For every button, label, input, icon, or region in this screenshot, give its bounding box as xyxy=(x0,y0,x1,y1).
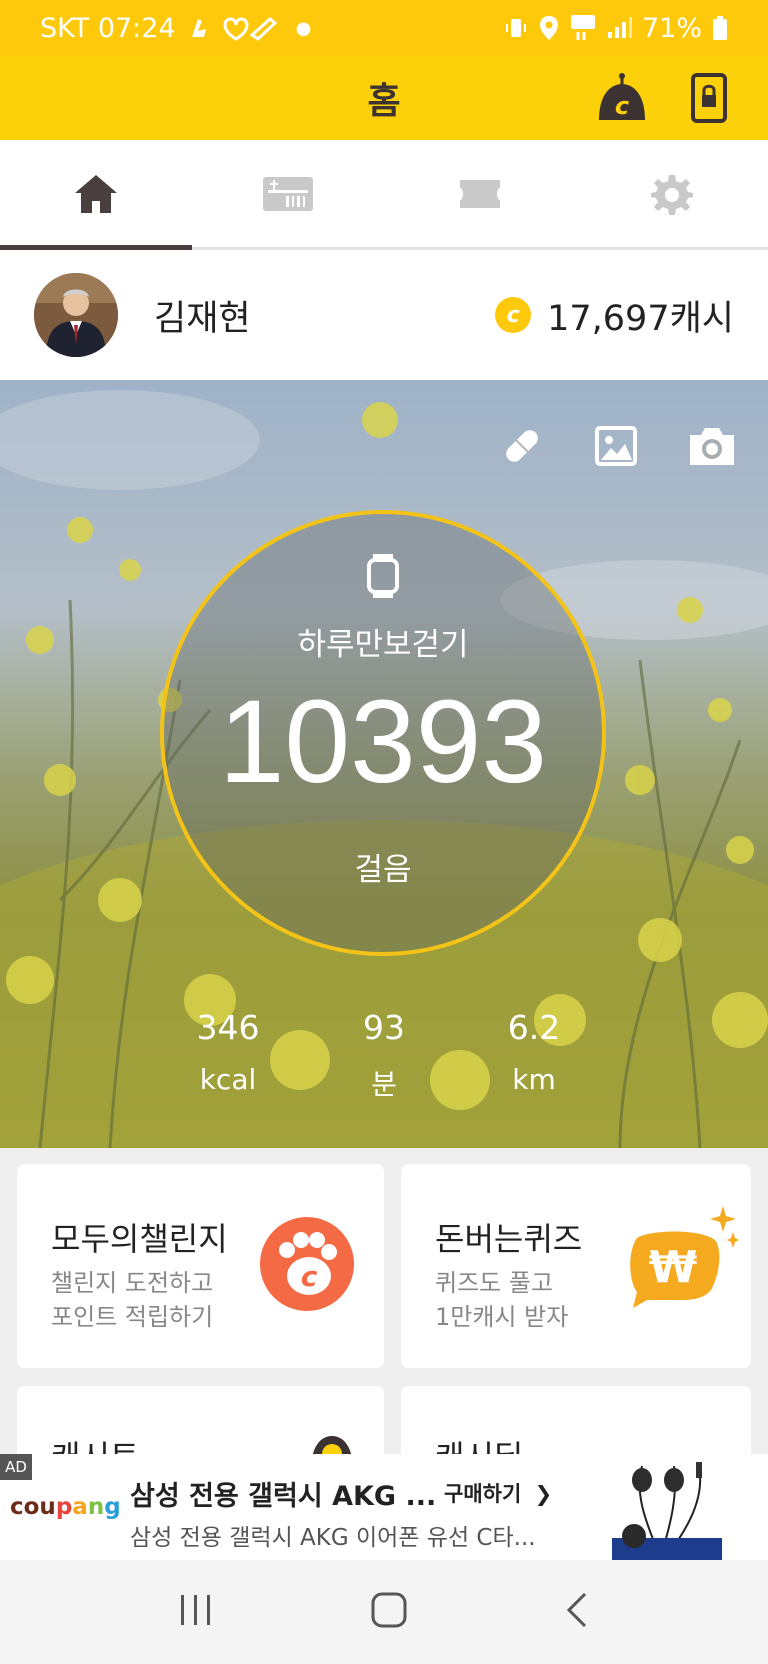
phone-lock-icon xyxy=(691,73,727,123)
step-ring[interactable]: 하루만보걷기 10393 걸음 xyxy=(160,510,606,956)
notification-icon xyxy=(223,17,277,41)
buy-label: 구매하기 xyxy=(444,1482,522,1506)
tab-gift[interactable] xyxy=(192,140,384,247)
svg-text:c: c xyxy=(301,1260,318,1293)
back-icon xyxy=(566,1592,587,1628)
cash-character-button[interactable]: c xyxy=(594,70,650,126)
svg-text:₩: ₩ xyxy=(649,1242,698,1293)
tab-home[interactable] xyxy=(0,140,192,250)
home-icon xyxy=(75,174,117,213)
card-desc-line: 챌린지 도전하고 xyxy=(51,1269,214,1297)
back-button[interactable] xyxy=(565,1592,589,1632)
status-bar: SKT 07:24 ● 71% xyxy=(0,0,768,56)
recent-apps-icon xyxy=(181,1595,210,1625)
card-desc-line: 포인트 적립하기 xyxy=(51,1303,214,1331)
card-description: 챌린지 도전하고 포인트 적립하기 xyxy=(51,1266,213,1334)
challenge-card[interactable]: 모두의챌린지 챌린지 도전하고 포인트 적립하기 c xyxy=(17,1164,384,1368)
buy-button[interactable]: 구매하기 ❯ xyxy=(444,1478,552,1508)
avatar-photo xyxy=(34,273,118,357)
coupang-logo: coupang xyxy=(10,1494,121,1520)
vibrate-icon xyxy=(505,19,526,37)
ad-title: 삼성 전용 갤럭시 AKG ... xyxy=(130,1481,437,1512)
pill-button[interactable] xyxy=(496,420,548,472)
svg-text:c: c xyxy=(615,92,629,120)
recent-apps-button[interactable] xyxy=(179,1593,213,1631)
cash-character-icon: c xyxy=(599,73,645,120)
earphone-product-image xyxy=(612,1462,722,1560)
notification-icon xyxy=(191,19,206,37)
distance-value: 6.2 xyxy=(507,1008,561,1047)
step-unit: 걸음 xyxy=(354,852,412,888)
more-notifications-dot: ● xyxy=(295,17,312,39)
card-title: 모두의챌린지 xyxy=(51,1220,228,1258)
ad-tag: AD xyxy=(0,1454,32,1480)
card-title: 돈버는퀴즈 xyxy=(435,1220,583,1258)
home-button[interactable] xyxy=(371,1592,407,1632)
watch-icon xyxy=(367,554,399,598)
coin-icon: c xyxy=(495,297,532,333)
gallery-button[interactable] xyxy=(590,420,642,472)
cash-amount: 17,697캐시 xyxy=(547,298,734,339)
card-description: 퀴즈도 풀고 1만캐시 받자 xyxy=(435,1266,568,1334)
app-bar: 홈 c xyxy=(0,56,768,140)
avatar[interactable] xyxy=(34,273,118,357)
card-desc-line: 퀴즈도 풀고 xyxy=(435,1269,554,1297)
cash-balance[interactable]: c 17,697캐시 xyxy=(495,290,734,341)
signal-icon xyxy=(607,17,632,38)
calories-unit: kcal xyxy=(199,1063,257,1096)
tab-ticket[interactable] xyxy=(384,140,576,247)
carrier-time: SKT 07:24 xyxy=(40,12,176,44)
won-quiz-icon: ₩ xyxy=(630,1206,739,1308)
tab-settings[interactable] xyxy=(576,140,768,247)
chevron-right-icon: ❯ xyxy=(534,1482,553,1506)
gift-icon xyxy=(263,176,313,211)
ad-subtitle: 삼성 전용 갤럭시 AKG 이어폰 유선 C타... xyxy=(130,1525,536,1551)
card-desc-line: 1만캐시 받자 xyxy=(435,1303,569,1331)
page-title: 홈 xyxy=(367,81,401,122)
camera-button[interactable] xyxy=(686,420,738,472)
calories-stat: 346 kcal xyxy=(158,1008,298,1096)
ad-banner[interactable]: AD coupang 삼성 전용 갤럭시 AKG ... 구매하기 ❯ 삼성 전… xyxy=(0,1454,768,1560)
minutes-unit: 분 xyxy=(371,1068,397,1101)
step-counter-panel: 하루만보걷기 10393 걸음 346 kcal 93 분 6.2 km xyxy=(0,380,768,1148)
profile-row: 김재현 c 17,697캐시 xyxy=(0,250,768,380)
distance-stat: 6.2 km xyxy=(464,1008,604,1096)
tab-bar xyxy=(0,140,768,250)
paw-coin-icon: c xyxy=(260,1217,354,1311)
camera-icon xyxy=(690,428,734,465)
location-icon xyxy=(539,16,558,40)
minutes-value: 93 xyxy=(363,1008,405,1047)
quiz-card[interactable]: 돈버는퀴즈 퀴즈도 풀고 1만캐시 받자 ₩ xyxy=(401,1164,751,1368)
5g-icon xyxy=(570,15,595,40)
step-label: 하루만보걷기 xyxy=(297,627,469,663)
battery-icon xyxy=(713,16,727,40)
distance-unit: km xyxy=(512,1063,556,1096)
system-nav-bar xyxy=(0,1560,768,1664)
battery-percent: 71% xyxy=(641,12,702,44)
username: 김재현 xyxy=(154,298,251,339)
gear-icon xyxy=(651,174,693,215)
step-count: 10393 xyxy=(218,676,548,808)
calories-value: 346 xyxy=(196,1008,260,1047)
ticket-icon xyxy=(460,179,500,208)
minutes-stat: 93 분 xyxy=(314,1008,454,1103)
image-icon xyxy=(595,426,637,466)
pill-icon xyxy=(506,430,538,462)
lock-screen-button[interactable] xyxy=(681,70,737,126)
home-circle-icon xyxy=(371,1592,407,1628)
